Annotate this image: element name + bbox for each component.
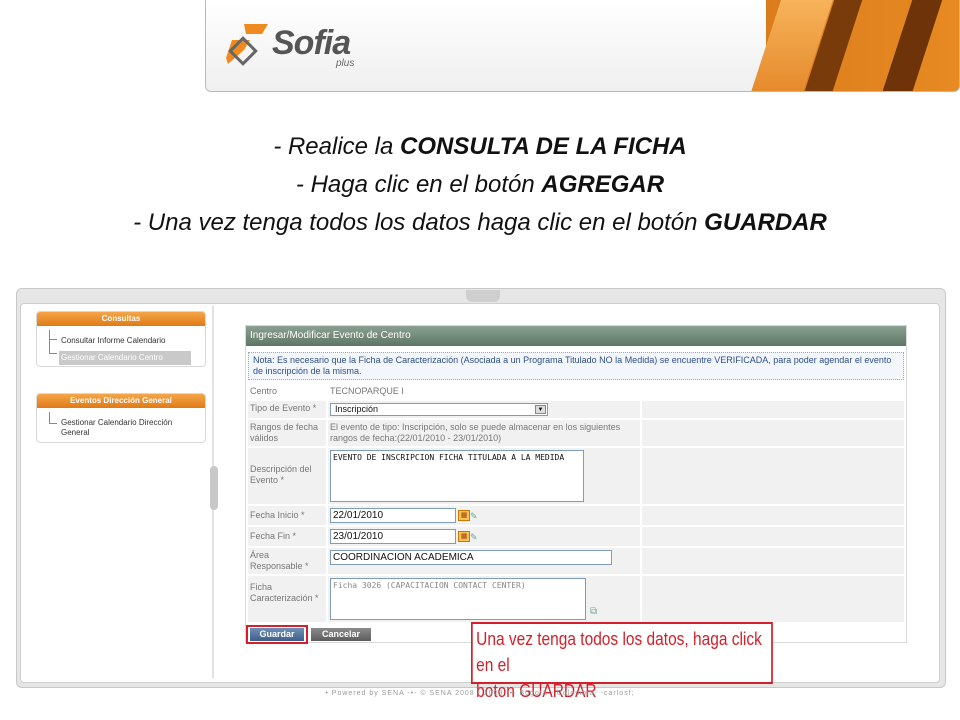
- cancelar-button[interactable]: Cancelar: [311, 628, 371, 641]
- menu-header: Consultas: [37, 312, 205, 326]
- calendar-icon[interactable]: ▦: [458, 531, 470, 542]
- collapse-top-handle[interactable]: [466, 290, 500, 302]
- collapse-sidebar-handle[interactable]: [210, 466, 218, 510]
- field-label: Descripción del Evento *: [248, 448, 326, 504]
- menu-item-gestionar-calendario-direccion-general[interactable]: Gestionar Calendario Dirección General: [37, 416, 205, 440]
- logo-mark-icon: [226, 24, 268, 66]
- menu-item-gestionar-calendario-centro[interactable]: Gestionar Calendario Centro: [59, 351, 191, 365]
- sofia-plus-logo: Sofia plus: [224, 14, 384, 76]
- rangos-value: El evento de tipo: Inscripción, solo se …: [328, 420, 640, 446]
- field-label: Área Responsable *: [248, 548, 326, 574]
- calendar-icon[interactable]: ▦: [458, 510, 470, 521]
- verification-note: Nota: Es necesario que la Ficha de Carac…: [248, 352, 904, 380]
- field-label: Fecha Fin *: [248, 527, 326, 546]
- callout-annotation: Una vez tenga todos los datos, haga clic…: [471, 622, 773, 701]
- logo-subtext: plus: [336, 58, 355, 69]
- instruction-line: - Haga clic en el botón AGREGAR: [295, 171, 665, 198]
- instruction-line: - Realice la CONSULTA DE LA FICHA: [273, 133, 687, 160]
- menu-consultas: Consultas Consultar Informe Calendario G…: [36, 311, 206, 367]
- menu-item-consultar-informe-calendario[interactable]: Consultar Informe Calendario: [37, 334, 205, 348]
- chevron-down-icon[interactable]: ▼: [535, 405, 546, 414]
- descripcion-textarea[interactable]: EVENTO DE INSCRIPCION FICHA TITULADA A L…: [330, 450, 584, 502]
- banner-decoration: [876, 0, 946, 91]
- field-label: Ficha Caracterización *: [248, 576, 326, 622]
- area-responsable-input[interactable]: COORDINACION ACADEMICA: [330, 550, 612, 565]
- field-label: Fecha Inicio *: [248, 506, 326, 525]
- fecha-fin-input[interactable]: 23/01/2010: [330, 529, 456, 544]
- tipo-evento-select[interactable]: Inscripción ▼: [330, 403, 548, 416]
- field-label: Rangos de fecha válidos: [248, 420, 326, 446]
- centro-value: TECNOPARQUE I: [328, 384, 640, 399]
- ficha-caracterizacion-textarea[interactable]: Ficha 3026 (CAPACITACION CONTACT CENTER): [330, 578, 586, 620]
- form-table: Centro TECNOPARQUE I Tipo de Evento * In…: [246, 382, 906, 624]
- fecha-inicio-input[interactable]: 22/01/2010: [330, 508, 456, 523]
- search-ficha-icon[interactable]: ⧉: [590, 606, 597, 617]
- field-label: Centro: [248, 384, 326, 399]
- field-label: Tipo de Evento *: [248, 401, 326, 418]
- footer: • Powered by SENA -•- © SENA 2008 - 2009…: [325, 690, 635, 697]
- instruction-line: - Una vez tenga todos los datos haga cli…: [133, 209, 827, 236]
- guardar-highlight: [246, 625, 308, 644]
- clear-date-icon[interactable]: ✎: [470, 532, 480, 541]
- instructions: - Realice la CONSULTA DE LA FICHA - Haga…: [0, 128, 960, 242]
- tipo-evento-selected: Inscripción: [335, 404, 379, 414]
- callout-line: Una vez tenga todos los datos, haga clic…: [476, 629, 762, 675]
- header-banner: Sofia plus: [205, 0, 960, 92]
- menu-header: Eventos Dirección General: [37, 394, 205, 408]
- form-title: Ingresar/Modificar Evento de Centro: [246, 326, 906, 346]
- evento-form: Ingresar/Modificar Evento de Centro Nota…: [245, 325, 907, 643]
- menu-eventos-direccion-general: Eventos Dirección General Gestionar Cale…: [36, 393, 206, 443]
- clear-date-icon[interactable]: ✎: [470, 511, 480, 520]
